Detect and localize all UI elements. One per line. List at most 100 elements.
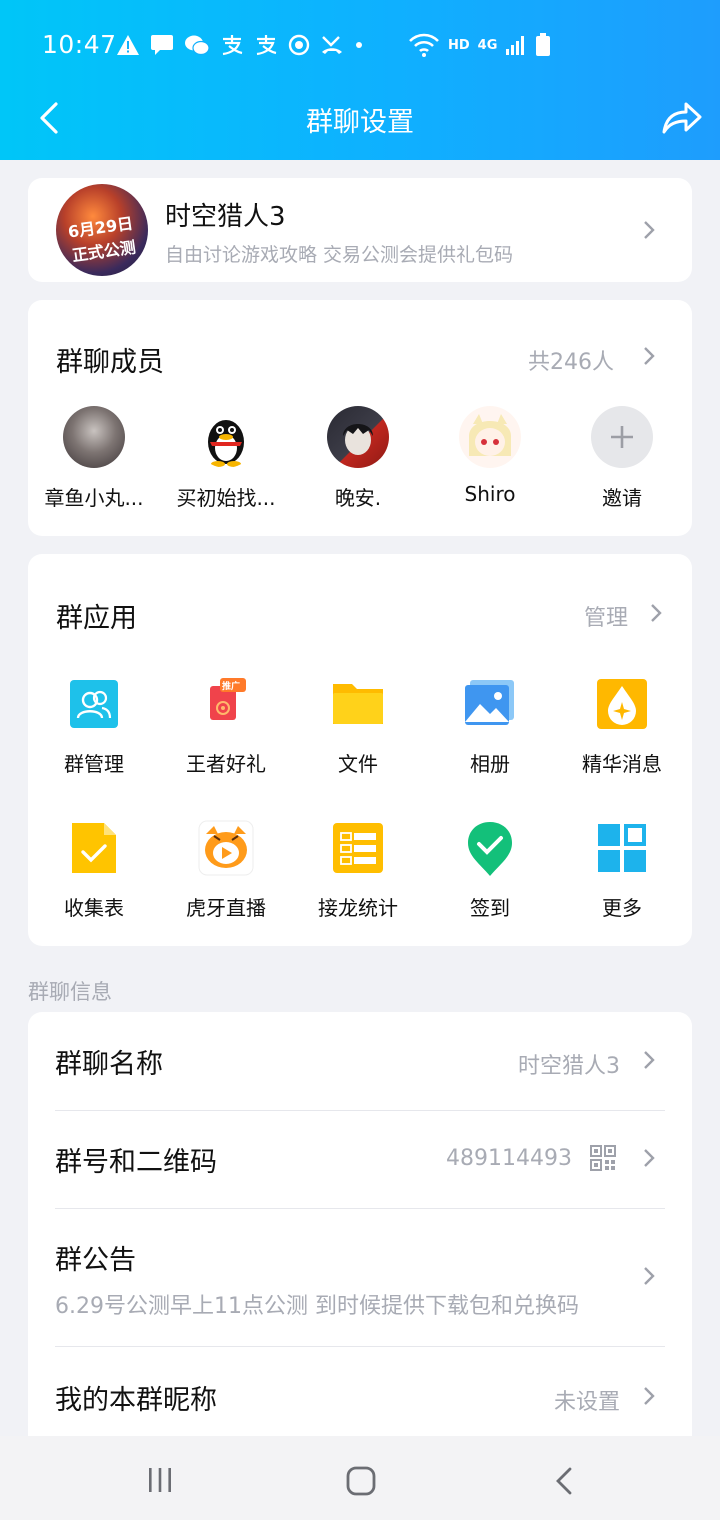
member-item[interactable]: 章鱼小丸...: [28, 406, 160, 511]
group-number-value: 489114493: [446, 1146, 572, 1171]
app-collect-form[interactable]: 收集表: [28, 820, 160, 921]
essence-icon: [594, 676, 650, 732]
battery-icon: [536, 33, 551, 56]
group-number-row[interactable]: 群号和二维码 489114493: [28, 1110, 692, 1208]
hd-indicator: HD: [448, 37, 470, 53]
app-checkin[interactable]: 签到: [424, 820, 556, 921]
group-info-label: 群聊信息: [28, 980, 112, 1004]
app-circle-icon: [288, 34, 310, 56]
checkin-icon: [462, 820, 518, 876]
my-nickname-label: 我的本群昵称: [55, 1385, 217, 1416]
app-label: 签到: [470, 896, 510, 920]
member-count[interactable]: 共246人: [528, 344, 614, 376]
my-nickname-row[interactable]: 我的本群昵称 未设置: [28, 1346, 692, 1446]
top-bar: 10:47 HD 4G 群聊设置: [0, 0, 720, 160]
member-avatar: [327, 406, 389, 468]
app-essence[interactable]: 精华消息: [556, 676, 688, 777]
chevron-right-icon: [644, 1051, 655, 1069]
chevron-right-icon[interactable]: [649, 602, 663, 624]
wechat-icon: [185, 35, 210, 56]
status-time: 10:47: [42, 30, 117, 59]
share-button[interactable]: [660, 98, 704, 138]
plus-icon: [591, 406, 653, 468]
app-label: 相册: [470, 752, 510, 776]
warning-icon: [117, 35, 139, 55]
system-back-button[interactable]: [554, 1466, 574, 1496]
app-files[interactable]: 文件: [292, 676, 424, 777]
members-card: 群聊成员 共246人 章鱼小丸... 买初始找... 晚安. Shiro 邀请: [28, 300, 692, 536]
group-number-label: 群号和二维码: [55, 1147, 217, 1178]
app-album[interactable]: 相册: [424, 676, 556, 777]
missed-call-icon: [322, 36, 342, 54]
group-manage-icon: [66, 676, 122, 732]
folder-icon: [330, 676, 386, 732]
status-bar: 10:47 HD 4G: [0, 24, 720, 68]
dot-icon: [356, 42, 362, 48]
app-label: 虎牙直播: [186, 896, 266, 920]
app-label: 收集表: [64, 896, 124, 920]
app-label: 精华消息: [582, 752, 662, 776]
app-relay-stats[interactable]: 接龙统计: [292, 820, 424, 921]
qq-penguin-avatar: [195, 406, 257, 468]
app-label: 文件: [338, 752, 378, 776]
member-item[interactable]: 晚安.: [292, 406, 424, 511]
chevron-right-icon: [644, 1267, 655, 1285]
apps-title: 群应用: [56, 603, 137, 634]
home-button[interactable]: [346, 1466, 376, 1496]
app-huya-live[interactable]: 虎牙直播: [160, 820, 292, 921]
app-label: 更多: [602, 896, 642, 920]
member-item[interactable]: 买初始找...: [160, 406, 292, 511]
promo-badge: 推广: [222, 682, 241, 692]
network-type: 4G: [477, 37, 498, 53]
app-label: 王者好礼: [186, 752, 266, 776]
notification-icons: [116, 32, 364, 58]
group-info-card: 群聊名称 时空猎人3 群号和二维码 489114493 群公告 6.29号公测早…: [28, 1012, 692, 1452]
my-nickname-value: 未设置: [553, 1390, 620, 1415]
group-notice-row[interactable]: 群公告 6.29号公测早上11点公测 到时候提供下载包和兑换码: [28, 1208, 692, 1346]
avatar-caption: 6月29日 正式公测: [66, 213, 137, 266]
member-name: 章鱼小丸...: [44, 486, 144, 510]
status-right: HD 4G: [408, 30, 551, 60]
chevron-right-icon[interactable]: [642, 345, 656, 367]
group-apps-card: 群应用 管理 群管理 推广 王者好礼 文件 相册 精华消息 收集表 虎牙直播 接…: [28, 554, 692, 946]
group-notice-label: 群公告: [55, 1245, 136, 1276]
group-name: 时空猎人3: [165, 202, 286, 232]
invite-label: 邀请: [602, 486, 642, 510]
alipay-icon-2: [256, 35, 277, 56]
member-name: Shiro: [464, 482, 516, 506]
member-name: 晚安.: [334, 486, 382, 510]
message-icon: [151, 35, 173, 55]
qr-code-icon[interactable]: [590, 1145, 616, 1171]
chevron-right-icon: [644, 1387, 655, 1405]
chevron-right-icon: [644, 221, 655, 239]
group-name-label: 群聊名称: [55, 1049, 163, 1080]
app-label: 接龙统计: [318, 896, 398, 920]
group-name-row[interactable]: 群聊名称 时空猎人3: [28, 1012, 692, 1110]
group-description: 自由讨论游戏攻略 交易公测会提供礼包码: [165, 244, 514, 266]
recent-apps-button[interactable]: [146, 1466, 174, 1494]
invite-button[interactable]: 邀请: [556, 406, 688, 511]
member-name: 买初始找...: [176, 486, 276, 510]
group-notice-value: 6.29号公测早上11点公测 到时候提供下载包和兑换码: [55, 1294, 579, 1319]
member-item[interactable]: Shiro: [424, 406, 556, 506]
alipay-icon: [222, 35, 243, 56]
relay-stats-icon: [330, 820, 386, 876]
king-gift-icon: 推广: [198, 676, 254, 732]
app-king-gift[interactable]: 推广 王者好礼: [160, 676, 292, 777]
group-name-value: 时空猎人3: [518, 1054, 620, 1079]
more-grid-icon: [594, 820, 650, 876]
app-group-manage[interactable]: 群管理: [28, 676, 160, 777]
app-more[interactable]: 更多: [556, 820, 688, 921]
app-label: 群管理: [64, 752, 124, 776]
system-navigation-bar: [0, 1436, 720, 1520]
huya-live-icon: [198, 820, 254, 876]
page-title: 群聊设置: [306, 107, 414, 138]
album-icon: [462, 676, 518, 732]
nav-bar: 群聊设置: [0, 90, 720, 146]
group-avatar[interactable]: 6月29日 正式公测: [56, 184, 148, 276]
group-profile-card[interactable]: 6月29日 正式公测 时空猎人3 自由讨论游戏攻略 交易公测会提供礼包码: [28, 178, 692, 282]
member-avatar: [459, 406, 521, 468]
members-title: 群聊成员: [56, 347, 164, 378]
collect-form-icon: [66, 820, 122, 876]
manage-link[interactable]: 管理: [584, 600, 628, 632]
